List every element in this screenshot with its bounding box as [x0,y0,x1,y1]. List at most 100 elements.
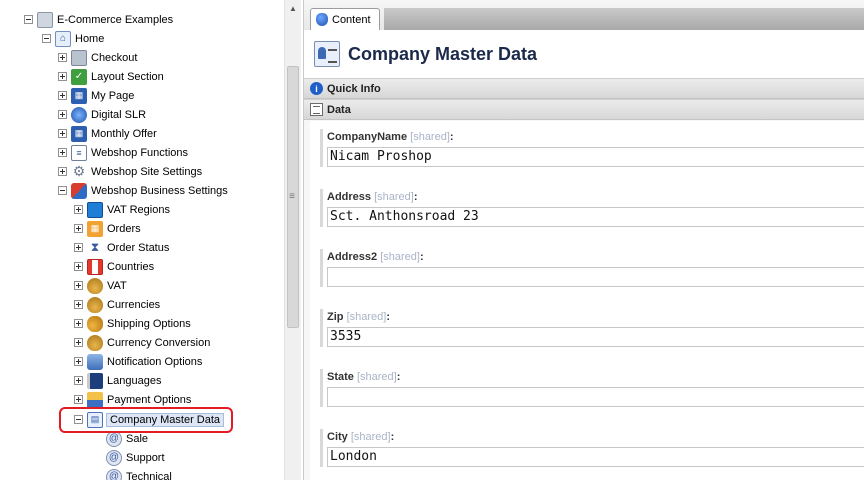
collapse-icon[interactable] [42,34,51,43]
id-card-icon [314,41,340,67]
tree-node-vat[interactable]: VAT [74,276,128,295]
company-name-input[interactable]: Nicam Proshop [327,147,864,167]
tree-node-notification-options[interactable]: Notification Options [74,352,203,371]
hourglass-icon: ⧗ [90,240,100,254]
expand-icon[interactable] [74,319,83,328]
tree-label: Shipping Options [107,317,191,330]
expand-icon[interactable] [74,395,83,404]
address-input[interactable]: Sct. Anthonsroad 23 [327,207,864,227]
state-input[interactable] [327,387,864,407]
section-label: Quick Info [327,82,381,95]
page-title: Company Master Data [348,43,538,64]
tree-node-vat-regions[interactable]: VAT Regions [74,200,171,219]
tree-node-digital-slr[interactable]: Digital SLR [58,105,147,124]
address2-input[interactable] [327,267,864,287]
section-label: Data [327,103,351,116]
tree-node-order-status[interactable]: ⧗ Order Status [74,238,170,257]
globe-icon [71,106,87,123]
expand-icon[interactable] [58,167,67,176]
tree-label: Webshop Site Settings [91,165,203,178]
tree-node-checkout[interactable]: Checkout [58,48,138,67]
payment-icon [87,391,103,408]
tree-label: Support [126,451,165,464]
field-label: Address [shared]: [327,191,418,203]
tree-node-webshop-functions[interactable]: ≡ Webshop Functions [58,143,189,162]
tree-node-monthly-offer[interactable]: ▦ Monthly Offer [58,124,158,143]
tree-label: Languages [107,374,162,387]
tree-node-countries[interactable]: Countries [74,257,155,276]
tree-node-orders[interactable]: ▦ Orders [74,219,142,238]
field-label: CompanyName [shared]: [327,131,454,143]
fields-panel: CompanyName [shared]: Nicam Proshop Addr… [310,121,864,480]
tree-label: Notification Options [107,355,203,368]
expand-icon[interactable] [58,91,67,100]
tree-label: Orders [107,222,141,235]
tree-node-layout-section[interactable]: ✓ Layout Section [58,67,165,86]
tree-label: Payment Options [107,393,192,406]
tree-node-shipping-options[interactable]: Shipping Options [74,314,192,333]
selection-highlight [59,407,233,433]
expand-icon[interactable] [74,357,83,366]
expand-icon[interactable] [58,53,67,62]
expand-icon[interactable] [58,72,67,81]
collapse-icon[interactable] [58,186,67,195]
money-bag-icon [87,277,103,294]
grid-page-icon: ▦ [71,125,87,142]
gear-icon: ⚙ [72,163,86,179]
city-input[interactable]: London [327,447,864,467]
section-quick-info[interactable]: i Quick Info [304,78,864,99]
tab-content[interactable]: Content [310,8,380,30]
layout-icon: ✓ [71,68,87,85]
expand-icon[interactable] [74,205,83,214]
tree-node-technical[interactable]: @ Technical [106,467,173,480]
region-icon [87,201,103,218]
splitter-handle-icon[interactable]: ≡ [284,186,300,206]
at-sign-icon: @ [106,468,122,480]
tab-strip: Content [304,0,864,30]
expand-icon[interactable] [74,281,83,290]
tree-node-support[interactable]: @ Support [106,448,166,467]
expand-icon[interactable] [58,129,67,138]
scroll-up-arrow-icon[interactable]: ▲ [285,0,301,16]
expand-icon[interactable] [74,300,83,309]
tree-label: Webshop Functions [91,146,189,159]
tree-node-webshop-business-settings[interactable]: Webshop Business Settings [58,181,229,200]
field-state: State [shared]: [320,369,864,407]
tree-label: Digital SLR [91,108,147,121]
grid-page-icon: ▦ [71,87,87,104]
tree-node-languages[interactable]: Languages [74,371,162,390]
expand-icon[interactable] [74,376,83,385]
tab-strip-background [384,8,864,30]
field-label: Address2 [shared]: [327,251,424,263]
expand-icon[interactable] [58,148,67,157]
tree-label: E-Commerce Examples [57,13,174,26]
tree-scrollbar[interactable]: ▲ [284,0,301,480]
tree-label: Currency Conversion [107,336,211,349]
expand-icon[interactable] [74,338,83,347]
tree-node-webshop-site-settings[interactable]: ⚙ Webshop Site Settings [58,162,203,181]
table-icon: ▦ [87,220,103,237]
document-icon [310,103,323,116]
tree-node-ecommerce-examples[interactable]: E-Commerce Examples [24,10,174,29]
tree-label: Countries [107,260,155,273]
collapse-icon[interactable] [24,15,33,24]
notification-icon [87,353,103,370]
content-tree: E-Commerce Examples ⌂ Home Checkout ✓ La… [0,0,284,480]
tree-node-home[interactable]: ⌂ Home [42,29,105,48]
money-bags-icon [87,315,103,332]
expand-icon[interactable] [74,262,83,271]
tree-node-currency-conversion[interactable]: Currency Conversion [74,333,211,352]
expand-icon[interactable] [74,243,83,252]
item-header: Company Master Data [304,30,864,78]
tree-node-my-page[interactable]: ▦ My Page [58,86,135,105]
tree-label: My Page [91,89,135,102]
tab-label: Content [332,13,371,26]
zip-input[interactable]: 3535 [327,327,864,347]
field-label: Zip [shared]: [327,311,390,323]
section-data[interactable]: Data [304,99,864,120]
at-sign-icon: @ [106,449,122,466]
expand-icon[interactable] [58,110,67,119]
tree-node-currencies[interactable]: Currencies [74,295,161,314]
field-address2: Address2 [shared]: [320,249,864,287]
expand-icon[interactable] [74,224,83,233]
